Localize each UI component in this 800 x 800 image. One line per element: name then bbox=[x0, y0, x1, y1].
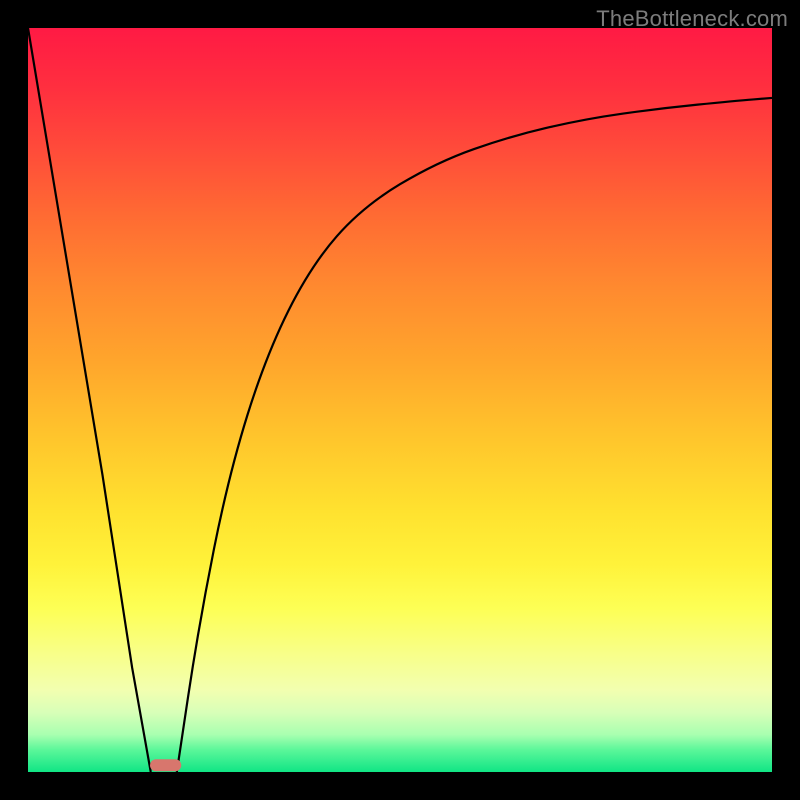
chart-frame: TheBottleneck.com bbox=[0, 0, 800, 800]
curve-left-branch bbox=[28, 28, 151, 772]
curve-layer bbox=[28, 28, 772, 772]
plot-area bbox=[28, 28, 772, 772]
curve-right-branch bbox=[177, 98, 772, 772]
bottleneck-marker bbox=[150, 759, 181, 771]
